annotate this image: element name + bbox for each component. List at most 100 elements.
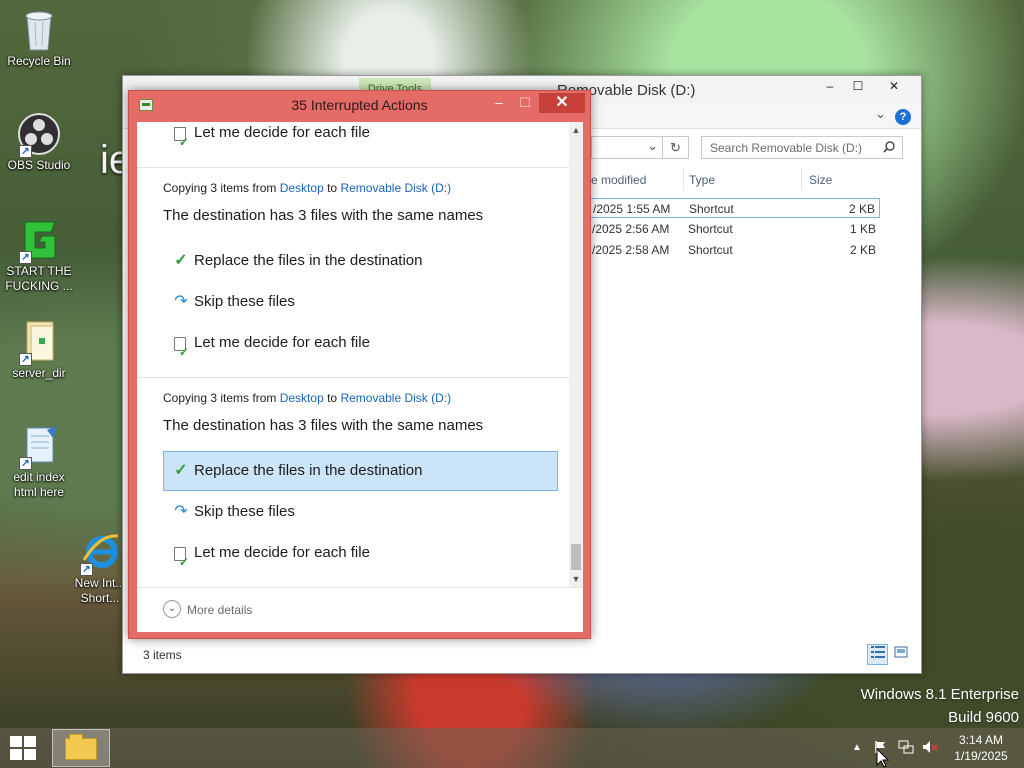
option-skip-files[interactable]: ↷ Skip these files (163, 282, 558, 322)
option-decide-each-file[interactable]: Let me decide for each file (163, 122, 558, 161)
file-row[interactable]: /2025 1:55 AM Shortcut 2 KB (588, 198, 880, 218)
show-hidden-icons-icon[interactable]: ▲ (852, 742, 862, 753)
option-skip-files[interactable]: ↷ Skip these files (163, 492, 558, 532)
desktop-icon-label: New Int... Short... (74, 576, 126, 605)
chevron-down-icon[interactable]: ⌄ (163, 600, 181, 618)
desktop-icon-label: Recycle Bin (7, 54, 71, 68)
details-view-button[interactable] (867, 644, 888, 665)
file-size: 2 KB (849, 243, 876, 257)
option-label: Let me decide for each file (194, 124, 370, 141)
start-button[interactable] (10, 736, 38, 762)
clock-date: 1/19/2025 (954, 749, 1008, 763)
notepad-icon: ↗ (17, 424, 61, 470)
desktop-icon-start-app[interactable]: ↗ START THE FUCKING ... (1, 218, 77, 294)
source-link[interactable]: Desktop (280, 391, 324, 405)
option-label: Skip these files (194, 503, 295, 520)
details-view-icon (870, 646, 885, 658)
help-icon[interactable]: ? (895, 109, 911, 125)
destination-link[interactable]: Removable Disk (D:) (340, 181, 451, 195)
speaker-muted-icon[interactable] (922, 740, 938, 757)
desktop-icon-server-dir[interactable]: ↗ server_dir (1, 320, 77, 381)
obs-studio-icon: ↗ (17, 112, 61, 158)
dialog-close-button[interactable]: ✕ (539, 93, 585, 113)
file-row[interactable]: /2025 2:58 AM Shortcut 2 KB (588, 240, 880, 260)
file-size: 2 KB (848, 202, 875, 216)
copy-summary: Copying 3 items from Desktop to Removabl… (163, 391, 452, 405)
file-date-modified: /2025 2:58 AM (592, 243, 670, 257)
explorer-maximize-button[interactable]: ☐ (843, 76, 873, 96)
interrupted-actions-dialog[interactable]: 35 Interrupted Actions – ☐ ✕ Let me deci… (128, 90, 591, 639)
taskbar: ▲ 3:14 AM 1/19/2025 (0, 728, 1024, 768)
destination-link[interactable]: Removable Disk (D:) (340, 391, 451, 405)
option-label: Replace the files in the destination (194, 252, 423, 269)
taskbar-clock[interactable]: 3:14 AM 1/19/2025 (946, 732, 1016, 764)
scrollbar-thumb[interactable] (571, 544, 581, 570)
file-row[interactable]: /2025 2:56 AM Shortcut 1 KB (588, 219, 880, 239)
file-type: Shortcut (688, 243, 733, 257)
refresh-button[interactable]: ↻ (663, 136, 689, 159)
skip-arrow-icon: ↷ (174, 503, 188, 520)
decide-each-file-icon (172, 122, 190, 161)
shortcut-arrow-icon: ↗ (19, 145, 32, 158)
skip-arrow-icon: ↷ (174, 293, 188, 310)
checkmark-icon: ✓ (174, 252, 188, 269)
explorer-close-button[interactable]: ✕ (871, 76, 917, 96)
option-label: Skip these files (194, 293, 295, 310)
column-divider[interactable] (801, 168, 802, 190)
dialog-maximize-button[interactable]: ☐ (511, 93, 539, 113)
option-replace-files[interactable]: ✓ Replace the files in the destination (163, 451, 558, 491)
search-icon[interactable] (883, 141, 914, 156)
option-decide-each-file[interactable]: Let me decide for each file (163, 323, 558, 371)
search-input[interactable]: Search Removable Disk (D:) (701, 136, 903, 159)
clock-time: 3:14 AM (958, 733, 1004, 747)
column-header-type[interactable]: Type (689, 173, 715, 187)
desktop-icon-obs-studio[interactable]: ↗ OBS Studio (1, 112, 77, 173)
option-replace-files[interactable]: ✓ Replace the files in the destination (163, 241, 558, 281)
windows-build-watermark: Build 9600 (948, 709, 1019, 726)
decide-each-file-icon (172, 324, 190, 371)
desktop-icon-label: OBS Studio (7, 158, 71, 172)
conflict-heading: The destination has 3 files with the sam… (163, 417, 484, 434)
folder-icon: ↗ (17, 320, 61, 366)
file-size: 1 KB (849, 222, 876, 236)
conflict-heading: The destination has 3 files with the sam… (163, 207, 484, 224)
checkmark-icon: ✓ (174, 462, 188, 479)
more-details-link[interactable]: More details (187, 603, 252, 617)
option-decide-each-file[interactable]: Let me decide for each file (163, 533, 558, 581)
desktop-icon-internet-explorer[interactable]: ↗ New Int... Short... (72, 530, 128, 606)
internet-explorer-icon: ↗ (78, 530, 122, 576)
file-explorer-icon (65, 734, 97, 760)
large-icons-view-button[interactable] (890, 644, 911, 665)
shortcut-arrow-icon: ↗ (19, 457, 32, 470)
network-icon[interactable] (898, 740, 914, 757)
desktop-icon-label: server_dir (12, 366, 66, 380)
scroll-up-icon[interactable]: ▲ (569, 125, 583, 135)
green-g-app-icon: ↗ (17, 218, 61, 264)
address-bar[interactable]: ⌄ (591, 136, 663, 159)
shortcut-arrow-icon: ↗ (19, 251, 32, 264)
dialog-content: Let me decide for each file Copying 3 it… (137, 122, 583, 632)
desktop-icon-edit-index[interactable]: ↗ edit index html here (1, 424, 77, 500)
windows-edition-watermark: Windows 8.1 Enterprise (860, 686, 1019, 703)
column-header-date-modified[interactable]: e modified (591, 173, 646, 187)
option-label: Replace the files in the destination (194, 462, 423, 479)
dialog-minimize-button[interactable]: – (485, 93, 513, 113)
group-divider (137, 377, 569, 378)
option-label: Let me decide for each file (194, 544, 370, 561)
recycle-bin-icon (17, 8, 61, 52)
scroll-down-icon[interactable]: ▼ (569, 574, 583, 584)
column-divider[interactable] (683, 168, 684, 190)
conflict-list[interactable]: Let me decide for each file Copying 3 it… (137, 122, 569, 587)
column-header-size[interactable]: Size (809, 173, 832, 187)
desktop-icon-recycle-bin[interactable]: Recycle Bin (1, 8, 77, 69)
address-dropdown-icon[interactable]: ⌄ (647, 138, 658, 154)
shortcut-arrow-icon: ↗ (19, 353, 32, 366)
taskbar-file-explorer[interactable] (52, 729, 110, 767)
source-link[interactable]: Desktop (280, 181, 324, 195)
shortcut-arrow-icon: ↗ (80, 563, 93, 576)
vertical-scrollbar[interactable]: ▲ ▼ (569, 122, 583, 587)
explorer-minimize-button[interactable]: – (815, 76, 845, 96)
status-item-count: 3 items (143, 648, 182, 662)
dialog-footer: ⌄ More details (137, 587, 583, 632)
ribbon-expand-icon[interactable]: ⌄ (875, 106, 886, 122)
